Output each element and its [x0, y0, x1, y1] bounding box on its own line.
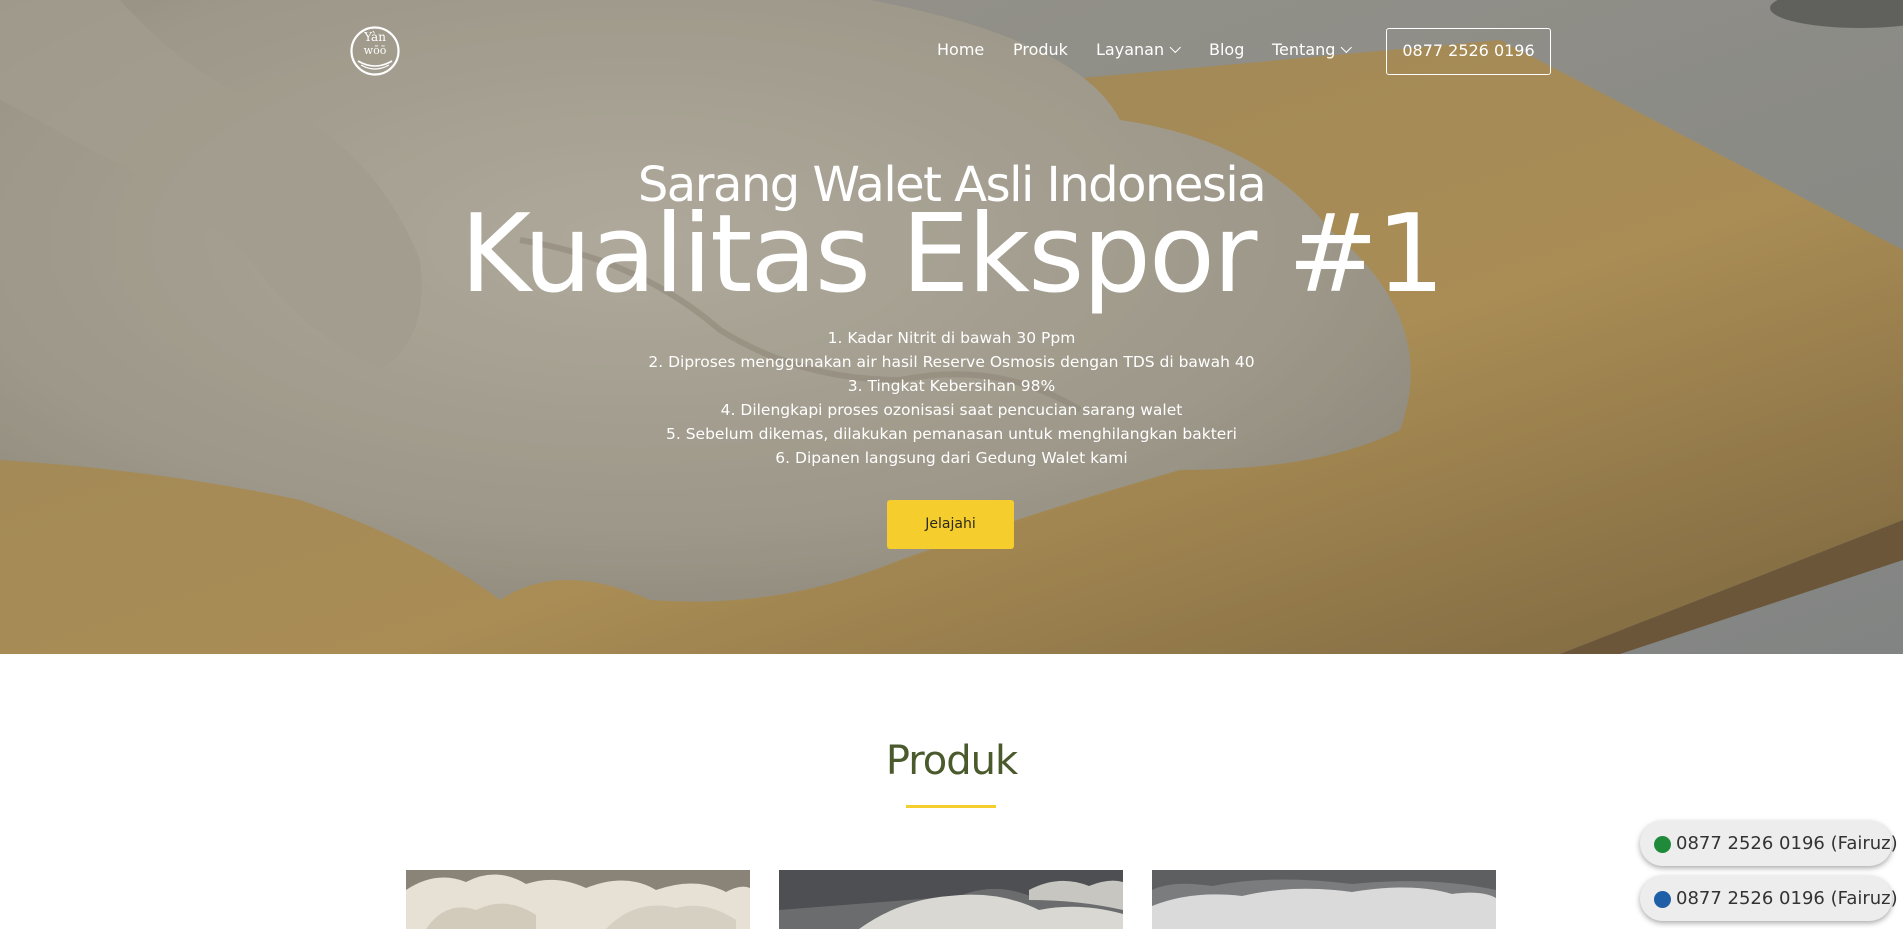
whatsapp-icon — [1654, 836, 1671, 853]
nav-layanan[interactable]: Layanan — [1096, 38, 1182, 62]
hero-title: Kualitas Ekspor #1 — [460, 192, 1445, 317]
nav-tentang-label: Tentang — [1272, 40, 1336, 59]
phone-button[interactable]: 0877 2526 0196 — [1386, 28, 1551, 75]
nav-layanan-label: Layanan — [1096, 40, 1165, 59]
feature-item: 6. Dipanen langsung dari Gedung Walet ka… — [775, 449, 1128, 467]
product-image — [1152, 870, 1496, 929]
feature-item: 3. Tingkat Kebersihan 98% — [847, 377, 1056, 395]
main-nav: Home Produk Layanan Blog Tentang — [0, 38, 1903, 64]
nav-blog[interactable]: Blog — [1209, 38, 1244, 62]
nav-produk-label: Produk — [1013, 40, 1068, 59]
product-card[interactable] — [1152, 870, 1496, 929]
phone-contact-button[interactable]: 0877 2526 0196 (Fairuz) — [1640, 876, 1898, 921]
feature-item: 1. Kadar Nitrit di bawah 30 Ppm — [827, 329, 1076, 347]
nav-home[interactable]: Home — [937, 38, 984, 62]
product-card[interactable] — [406, 870, 750, 929]
nav-home-label: Home — [937, 40, 985, 59]
nav-tentang[interactable]: Tentang — [1272, 38, 1353, 62]
whatsapp-contact-button[interactable]: 0877 2526 0196 (Fairuz) — [1640, 821, 1898, 866]
section-underline — [906, 805, 996, 808]
feature-item: 4. Dilengkapi proses ozonisasi saat penc… — [720, 401, 1183, 419]
chevron-down-icon — [1169, 41, 1182, 54]
product-card[interactable] — [779, 870, 1123, 929]
chevron-down-icon — [1341, 41, 1353, 54]
phone-icon — [1654, 891, 1671, 908]
hero-section: Yàn wōō Home Produk Layanan Blog Tentang… — [0, 0, 1903, 654]
phone-contact-label: 0877 2526 0196 (Fairuz) — [1676, 888, 1898, 909]
feature-item: 2. Diproses menggunakan air hasil Reserv… — [648, 353, 1255, 371]
product-image — [779, 870, 1123, 929]
feature-list: 1. Kadar Nitrit di bawah 30 Ppm 2. Dipro… — [0, 326, 1903, 470]
whatsapp-contact-label: 0877 2526 0196 (Fairuz) — [1676, 833, 1898, 854]
feature-item: 5. Sebelum dikemas, dilakukan pemanasan … — [665, 425, 1237, 443]
explore-button[interactable]: Jelajahi — [887, 500, 1014, 549]
product-image — [406, 870, 750, 929]
nav-blog-label: Blog — [1209, 40, 1245, 59]
nav-produk[interactable]: Produk — [1013, 38, 1068, 62]
products-section-title: Produk — [885, 738, 1018, 784]
